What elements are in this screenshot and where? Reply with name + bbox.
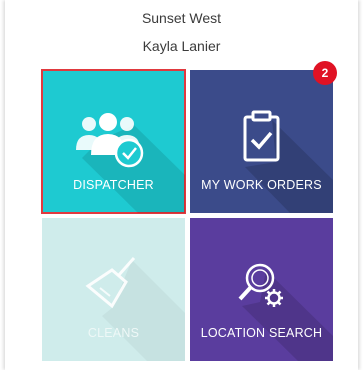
tile-label: MY WORK ORDERS xyxy=(201,178,322,192)
tile-label: CLEANS xyxy=(87,326,140,340)
user-name: Kayla Lanier xyxy=(142,38,221,54)
notification-badge: 2 xyxy=(313,61,337,85)
tile-location-search[interactable]: LOCATION SEARCH xyxy=(190,218,333,361)
tile-label: LOCATION SEARCH xyxy=(200,326,323,340)
site-name: Sunset West xyxy=(141,10,222,26)
tile-cleans[interactable]: CLEANS xyxy=(42,218,185,361)
tile-my-work-orders[interactable]: MY WORK ORDERS xyxy=(190,70,333,213)
tile-dispatcher[interactable]: DISPATCHER xyxy=(41,69,186,214)
tile-label: DISPATCHER xyxy=(73,178,154,192)
